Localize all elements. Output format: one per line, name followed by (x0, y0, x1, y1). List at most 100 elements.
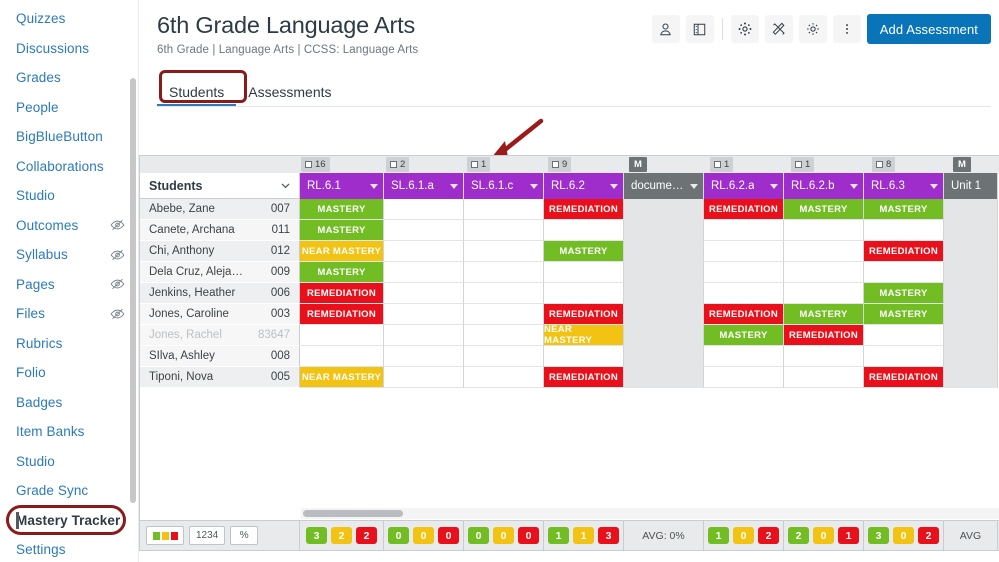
mastery-cell[interactable] (300, 346, 384, 367)
mastery-cell[interactable]: MASTERY (864, 283, 944, 304)
mastery-cell[interactable]: REMEDIATION (864, 367, 944, 388)
horizontal-scrollbar-track[interactable] (301, 508, 999, 519)
mastery-cell[interactable]: MASTERY (300, 220, 384, 241)
mastery-cell[interactable]: REMEDIATION (704, 304, 784, 325)
mastery-cell[interactable] (944, 304, 998, 325)
mastery-cell[interactable] (464, 367, 544, 388)
add-assessment-button[interactable]: Add Assessment (866, 14, 991, 44)
column-header-5[interactable]: RL.6.2.a (704, 173, 784, 199)
mastery-cell[interactable] (624, 220, 704, 241)
mastery-cell[interactable] (384, 325, 464, 346)
mastery-cell[interactable] (624, 325, 704, 346)
sidebar-item-people[interactable]: People (0, 93, 139, 123)
mastery-cell[interactable] (784, 220, 864, 241)
sidebar-item-files[interactable]: Files (0, 299, 139, 329)
column-header-4[interactable]: document o... (624, 173, 704, 199)
sidebar-item-rubrics[interactable]: Rubrics (0, 329, 139, 359)
column-header-3[interactable]: RL.6.2 (544, 173, 624, 199)
mastery-cell[interactable] (944, 346, 998, 367)
sidebar-item-item-banks[interactable]: Item Banks (0, 417, 139, 447)
mastery-cell[interactable]: REMEDIATION (704, 199, 784, 220)
mastery-cell[interactable] (464, 220, 544, 241)
mastery-cell[interactable]: REMEDIATION (544, 199, 624, 220)
mastery-cell[interactable] (944, 325, 998, 346)
sidebar-item-outcomes[interactable]: Outcomes (0, 211, 139, 241)
mastery-cell[interactable] (624, 367, 704, 388)
mastery-cell[interactable] (384, 241, 464, 262)
tools-icon-button[interactable] (764, 15, 793, 43)
sidebar-item-discussions[interactable]: Discussions (0, 34, 139, 64)
mastery-cell[interactable] (704, 367, 784, 388)
sidebar-item-studio[interactable]: Studio (0, 181, 139, 211)
student-name-cell[interactable]: Jones, Caroline 003 (140, 304, 300, 325)
mastery-cell[interactable] (464, 199, 544, 220)
mastery-cell[interactable]: NEAR MASTERY (544, 325, 624, 346)
mastery-cell[interactable]: NEAR MASTERY (300, 367, 384, 388)
number-display-button[interactable]: 1234 (189, 526, 226, 545)
mastery-cell[interactable] (944, 367, 998, 388)
mastery-cell[interactable] (384, 346, 464, 367)
mastery-cell[interactable]: MASTERY (704, 325, 784, 346)
mastery-cell[interactable] (944, 241, 998, 262)
mastery-cell[interactable] (624, 241, 704, 262)
mastery-cell[interactable] (464, 241, 544, 262)
sidebar-item-quizzes[interactable]: Quizzes (0, 4, 139, 34)
mastery-cell[interactable]: MASTERY (300, 199, 384, 220)
student-name-cell[interactable]: Tiponi, Nova 005 (140, 367, 300, 388)
mastery-cell[interactable] (464, 325, 544, 346)
column-menu-caret-icon[interactable] (770, 183, 778, 189)
mastery-cell[interactable] (864, 346, 944, 367)
sidebar-item-settings[interactable]: Settings (0, 535, 139, 562)
column-header-1[interactable]: SL.6.1.a (384, 173, 464, 199)
mastery-cell[interactable]: MASTERY (864, 199, 944, 220)
column-header-6[interactable]: RL.6.2.b (784, 173, 864, 199)
column-menu-caret-icon[interactable] (850, 183, 858, 189)
sidebar-item-studio[interactable]: Studio (0, 447, 139, 477)
mastery-cell[interactable] (864, 262, 944, 283)
canvas-icon-button[interactable] (730, 15, 759, 43)
mastery-cell[interactable] (784, 241, 864, 262)
panel-icon-button[interactable] (685, 15, 714, 43)
mastery-cell[interactable]: REMEDIATION (784, 325, 864, 346)
mastery-cell[interactable] (704, 283, 784, 304)
column-header-8[interactable]: Unit 1 (944, 173, 998, 199)
mastery-cell[interactable] (944, 283, 998, 304)
mastery-cell[interactable] (784, 346, 864, 367)
mastery-cell[interactable] (704, 241, 784, 262)
horizontal-scrollbar-thumb[interactable] (303, 510, 403, 517)
sidebar-item-collaborations[interactable]: Collaborations (0, 152, 139, 182)
column-menu-caret-icon[interactable] (610, 183, 618, 189)
mastery-cell[interactable]: MASTERY (784, 199, 864, 220)
user-icon-button[interactable] (651, 15, 680, 43)
mastery-cell[interactable] (464, 283, 544, 304)
tab-assessments[interactable]: Assessments (236, 84, 343, 107)
student-name-cell[interactable]: Jones, Rachel 83647 (140, 325, 300, 346)
mastery-cell[interactable] (300, 325, 384, 346)
mastery-cell[interactable] (544, 346, 624, 367)
column-menu-caret-icon[interactable] (370, 183, 378, 189)
student-name-cell[interactable]: Dela Cruz, Aleja… 009 (140, 262, 300, 283)
column-menu-caret-icon[interactable] (690, 183, 698, 189)
color-legend-icon-button[interactable] (146, 526, 184, 545)
sidebar-item-mastery-tracker[interactable]: Mastery Tracker (0, 506, 139, 536)
mastery-cell[interactable] (704, 220, 784, 241)
mastery-cell[interactable]: MASTERY (864, 304, 944, 325)
mastery-cell[interactable]: REMEDIATION (300, 283, 384, 304)
student-name-cell[interactable]: Canete, Archana 011 (140, 220, 300, 241)
kebab-menu-icon-button[interactable] (832, 15, 861, 43)
sidebar-item-badges[interactable]: Badges (0, 388, 139, 418)
sidebar-item-grades[interactable]: Grades (0, 63, 139, 93)
mastery-cell[interactable] (864, 220, 944, 241)
gear-icon-button[interactable] (798, 15, 827, 43)
mastery-cell[interactable] (704, 262, 784, 283)
mastery-cell[interactable] (864, 325, 944, 346)
mastery-cell[interactable] (784, 367, 864, 388)
mastery-cell[interactable] (384, 262, 464, 283)
mastery-cell[interactable] (944, 199, 998, 220)
student-name-cell[interactable]: Abebe, Zane 007 (140, 199, 300, 220)
mastery-cell[interactable] (624, 283, 704, 304)
column-header-7[interactable]: RL.6.3 (864, 173, 944, 199)
column-menu-caret-icon[interactable] (930, 183, 938, 189)
mastery-cell[interactable]: REMEDIATION (544, 367, 624, 388)
students-column-header[interactable]: Students (140, 173, 300, 199)
